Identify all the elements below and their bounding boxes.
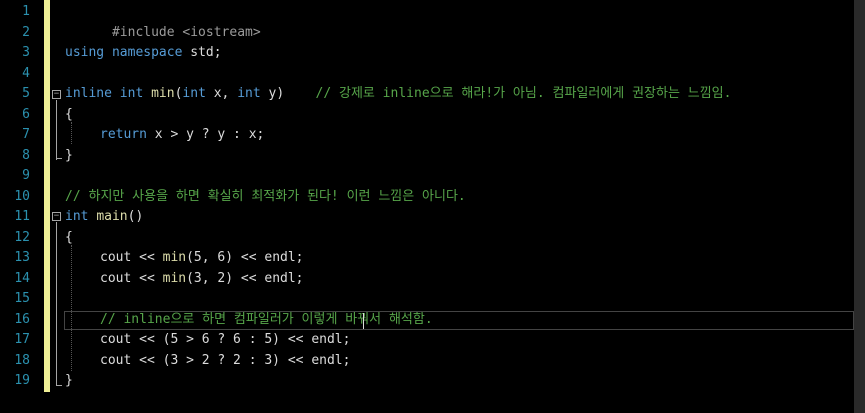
code-text: x > y ? y : x;: [146, 127, 265, 142]
code-text: cout <<: [100, 250, 163, 265]
open-brace: {: [65, 106, 73, 122]
line-number: 5: [22, 86, 30, 101]
line-number: 18: [14, 352, 30, 368]
code-line-10: // 하지만 사용을 하면 확실히 최적화가 된다! 이런 느낌은 아니다.: [65, 187, 466, 208]
function-name: min: [162, 250, 187, 265]
line-number: 2: [22, 24, 30, 40]
function-name: min: [151, 86, 175, 101]
line-number: 1: [22, 4, 30, 19]
code-line-5: inline int min(int x, int y) // 강제로 inli…: [65, 84, 731, 105]
code-text: x,: [205, 86, 238, 101]
line-number: 16: [14, 311, 30, 327]
line-number: 11: [14, 209, 30, 224]
code-text: (5, 6) << endl;: [186, 250, 304, 265]
keyword: int: [65, 209, 89, 224]
keyword: int: [119, 86, 144, 101]
line-number: 10: [14, 188, 30, 204]
code-line-1: #include <iostream>: [65, 2, 261, 40]
line-number: 19: [14, 373, 30, 388]
code-line-6: {: [65, 105, 73, 126]
keyword: namespace: [111, 45, 183, 60]
code-line-14: cout << min(3, 2) << endl;: [100, 269, 304, 290]
code-line-11: int main(): [65, 207, 143, 228]
keyword: int: [237, 86, 261, 101]
code-text: cout << (5 > 6 ? 6 : 5) << endl;: [100, 332, 351, 347]
keyword: int: [182, 86, 206, 101]
code-line-12: {: [65, 228, 73, 249]
keyword: return: [100, 127, 147, 142]
code-text: (3, 2) << endl;: [186, 270, 304, 286]
code-line-19: }: [65, 371, 73, 392]
code-text: y): [260, 86, 316, 101]
line-number: 4: [22, 65, 30, 81]
code-comment: // 하지만 사용을 하면 확실히 최적화가 된다! 이런 느낌은 아니다.: [65, 188, 466, 204]
line-number: 14: [14, 270, 30, 286]
keyword: inline: [65, 86, 112, 101]
code-text: cout << (3 > 2 ? 2 : 3) << endl;: [100, 352, 351, 368]
vertical-scrollbar[interactable]: [854, 0, 865, 413]
line-number: 8: [22, 147, 30, 163]
line-number: 6: [22, 106, 30, 122]
code-line-3: using namespace std;: [65, 43, 222, 64]
line-number: 13: [14, 250, 30, 265]
keyword: using: [65, 45, 105, 60]
code-text: std;: [182, 45, 222, 60]
code-line-8: }: [65, 146, 73, 167]
close-brace: }: [65, 373, 73, 388]
line-number: 12: [14, 229, 30, 245]
open-brace: {: [65, 229, 73, 245]
code-line-17: cout << (5 > 6 ? 6 : 5) << endl;: [100, 330, 350, 351]
code-line-18: cout << (3 > 2 ? 2 : 3) << endl;: [100, 351, 350, 372]
code-comment: // inline으로 하면 컴파일러가 이렇게 바꿔서 해석함.: [100, 311, 433, 327]
code-line-7: return x > y ? y : x;: [100, 125, 264, 146]
code-area[interactable]: #include <iostream> using namespace std;…: [50, 0, 854, 413]
code-line-13: cout << min(5, 6) << endl;: [100, 248, 304, 269]
text-caret: [363, 313, 364, 329]
code-line-16: // inline으로 하면 컴파일러가 이렇게 바꿔서 해석함.: [100, 310, 433, 331]
code-text: (): [127, 209, 144, 224]
line-number: 17: [14, 332, 30, 347]
code-text: cout <<: [100, 270, 163, 286]
code-editor[interactable]: 1 2 3 4 5 6 7 8 9 10 11 12 13 14 15 16 1…: [0, 0, 865, 413]
close-brace: }: [65, 147, 73, 163]
line-number: 3: [22, 45, 30, 60]
function-name: main: [96, 209, 128, 224]
function-name: min: [162, 270, 187, 286]
line-number: 15: [14, 291, 30, 306]
preprocessor-directive: #include <iostream>: [111, 24, 261, 40]
line-number-gutter: 1 2 3 4 5 6 7 8 9 10 11 12 13 14 15 16 1…: [0, 0, 44, 413]
line-number: 9: [22, 168, 30, 183]
code-comment: // 강제로 inline으로 해라!가 아님. 컴파일러에게 권장하는 느낌임…: [315, 86, 732, 101]
line-number: 7: [22, 127, 30, 142]
horizontal-scrollbar[interactable]: [0, 400, 854, 413]
